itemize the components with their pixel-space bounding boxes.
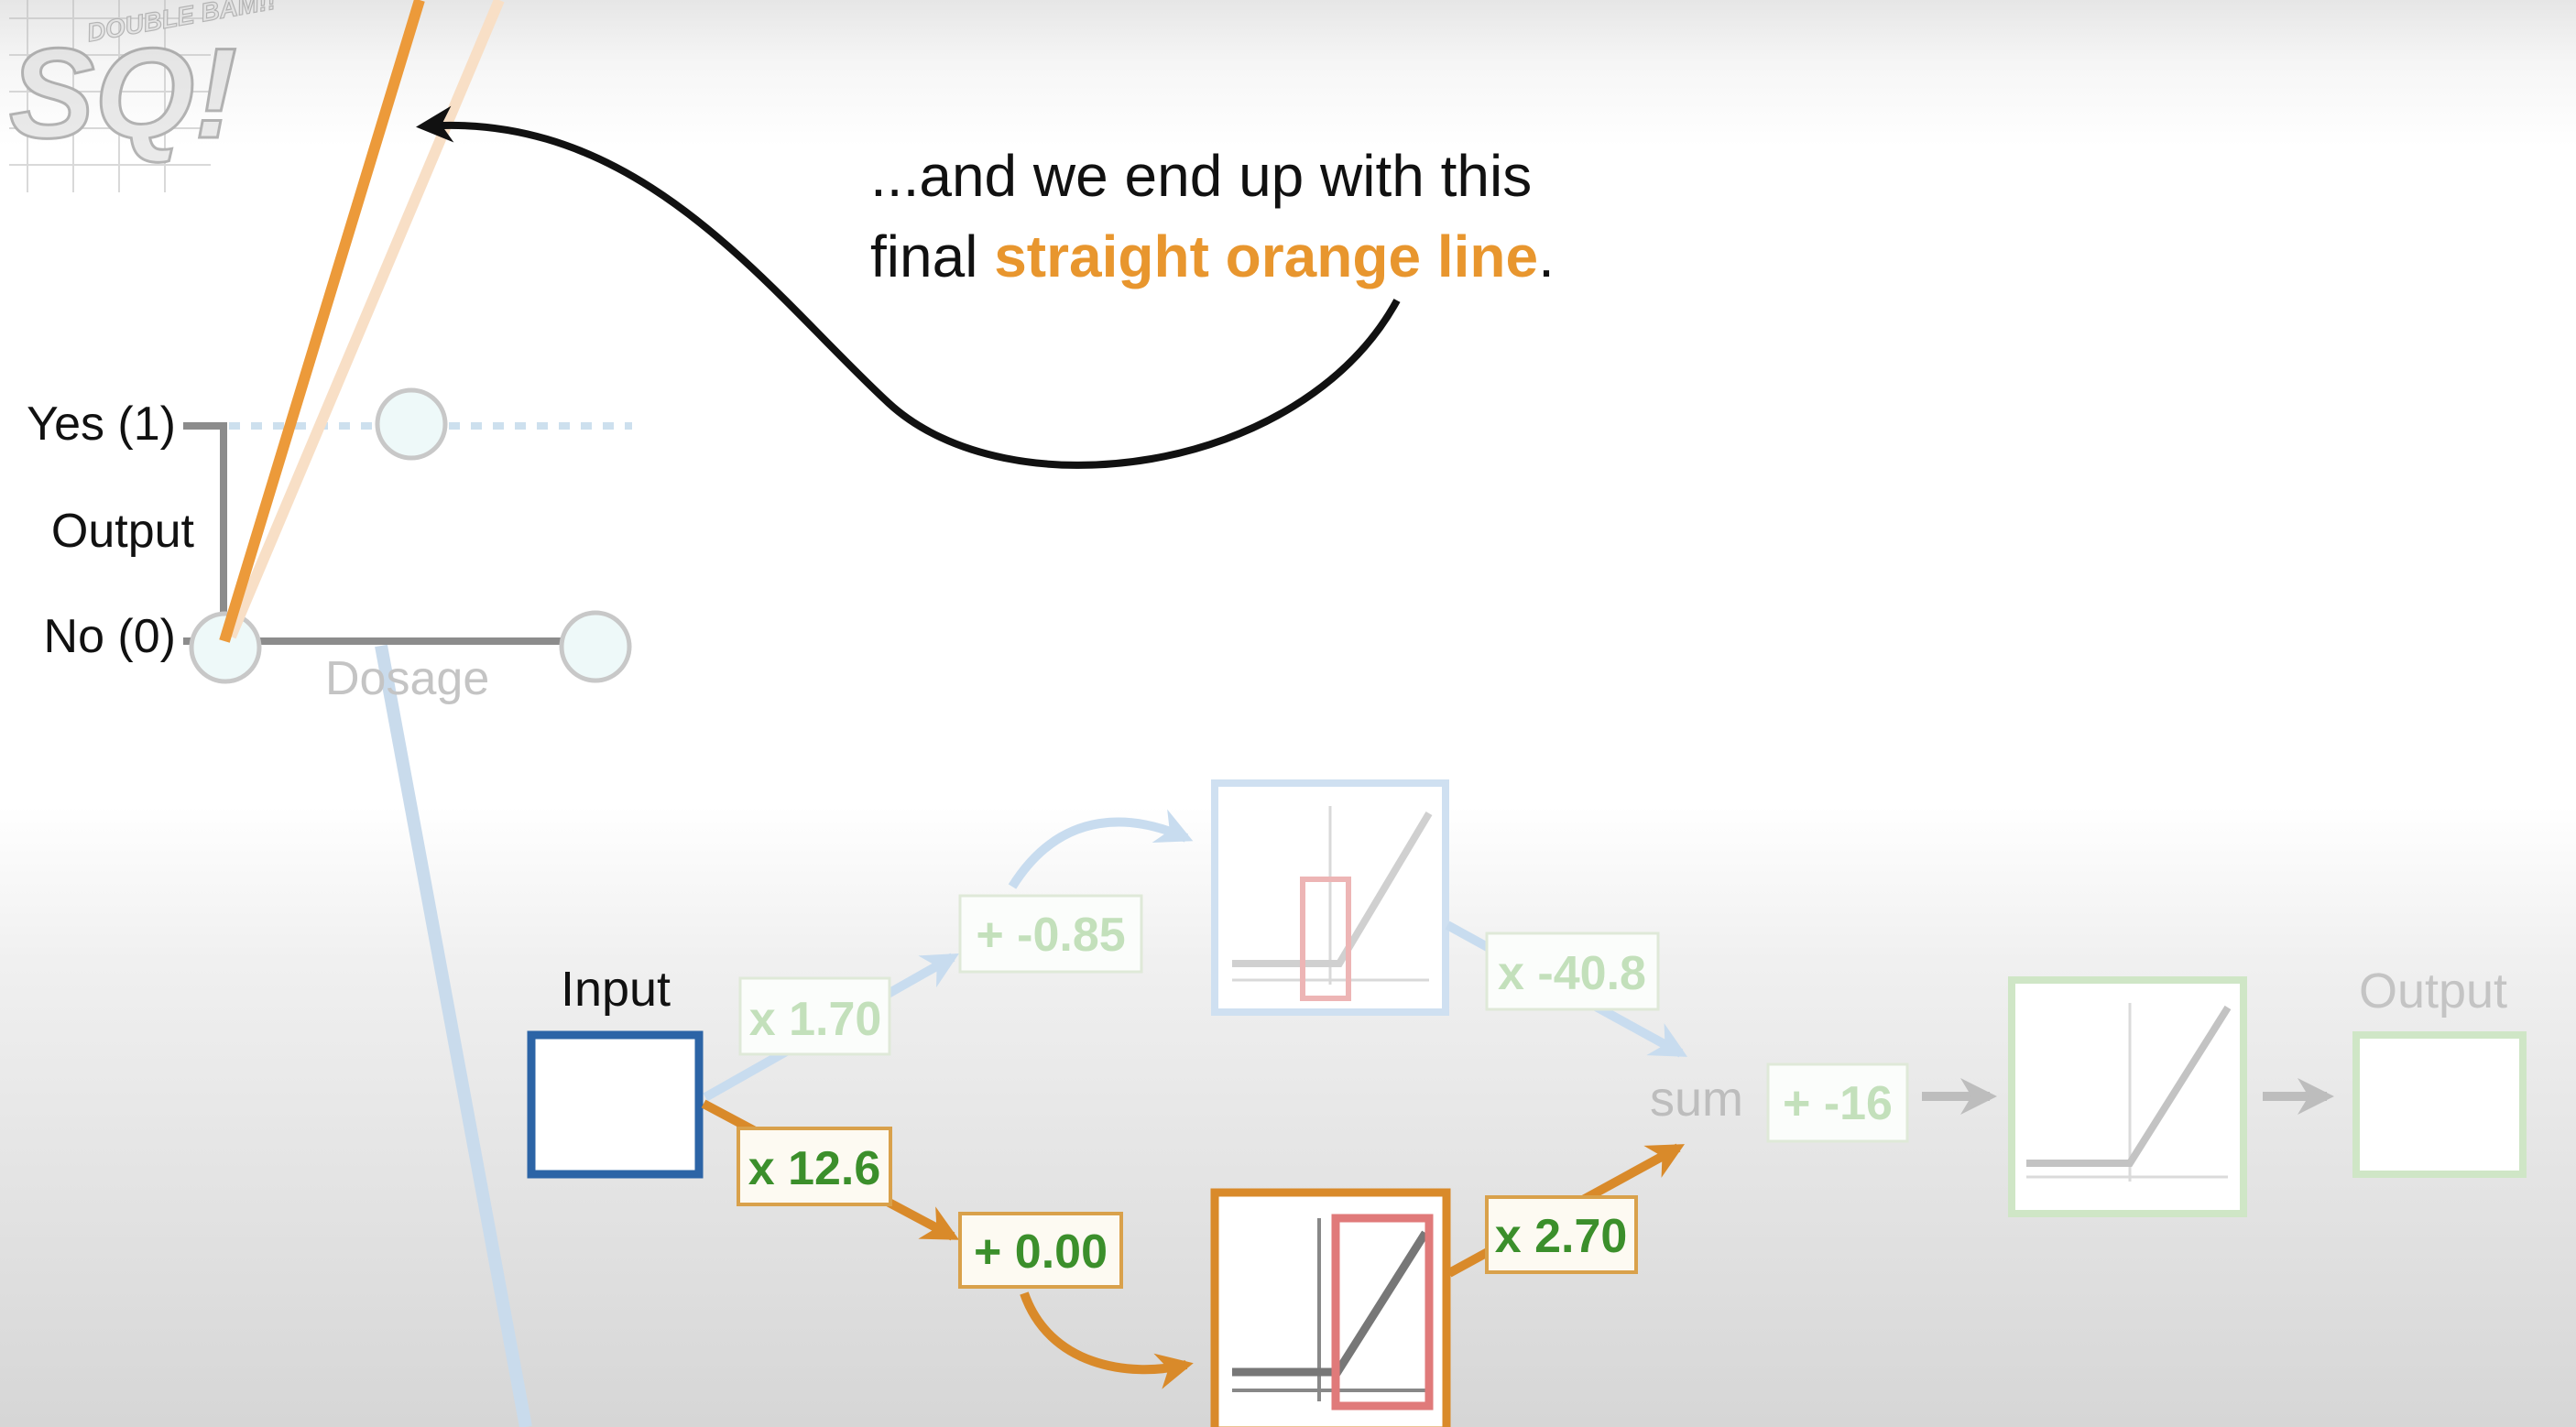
- data-point-bottom-right: [559, 610, 632, 683]
- sum-label: sum: [1650, 1072, 1743, 1127]
- y-top-label: Yes (1): [27, 398, 176, 451]
- caption: ...and we end up with this final straigh…: [870, 136, 1695, 297]
- caption-highlight: straight orange line: [994, 223, 1539, 289]
- logo-text: SQ!: [9, 21, 237, 165]
- bottom-bias-to-activation-arrow: [1020, 1291, 1194, 1389]
- top-bias-label: + -0.85: [976, 909, 1125, 962]
- straight-orange-line: [219, 0, 425, 643]
- input-label: Input: [561, 962, 671, 1017]
- y-axis-label: Output: [51, 505, 195, 558]
- data-point-top: [375, 387, 448, 461]
- final-bias-label: + -16: [1783, 1077, 1893, 1130]
- x-axis-label: Dosage: [325, 652, 489, 705]
- caption-suffix: .: [1538, 223, 1555, 289]
- output-label: Output: [2359, 964, 2507, 1019]
- bottom-bias-label: + 0.00: [974, 1225, 1108, 1279]
- statquest-logo-icon: SQ! DOUBLE BAM!!: [8, 0, 278, 192]
- faded-blue-connector: [375, 644, 532, 1427]
- faded-orange-line: [225, 0, 505, 639]
- caption-prefix: final: [870, 223, 995, 289]
- caption-line-1: ...and we end up with this: [870, 143, 1533, 209]
- input-node: [527, 1030, 704, 1179]
- y-bottom-label: No (0): [44, 610, 176, 663]
- bottom-path: Input x 12.6 + 0.00 x 2.70: [527, 962, 1686, 1427]
- output-section: sum + -16 Output: [1650, 964, 2527, 1217]
- final-activation-box: [2008, 976, 2247, 1217]
- caption-line-2: final straight orange line.: [870, 216, 1695, 297]
- top-out-weight-label: x -40.8: [1498, 947, 1646, 1000]
- top-weight-label: x 1.70: [749, 993, 882, 1046]
- output-node: [2352, 1031, 2527, 1178]
- top-bias-to-activation-arrow: [1008, 809, 1194, 889]
- bottom-out-weight-label: x 2.70: [1495, 1210, 1628, 1263]
- bottom-weight-label: x 12.6: [748, 1142, 881, 1195]
- top-path: x 1.70 + -0.85 x -40.8: [703, 779, 1688, 1102]
